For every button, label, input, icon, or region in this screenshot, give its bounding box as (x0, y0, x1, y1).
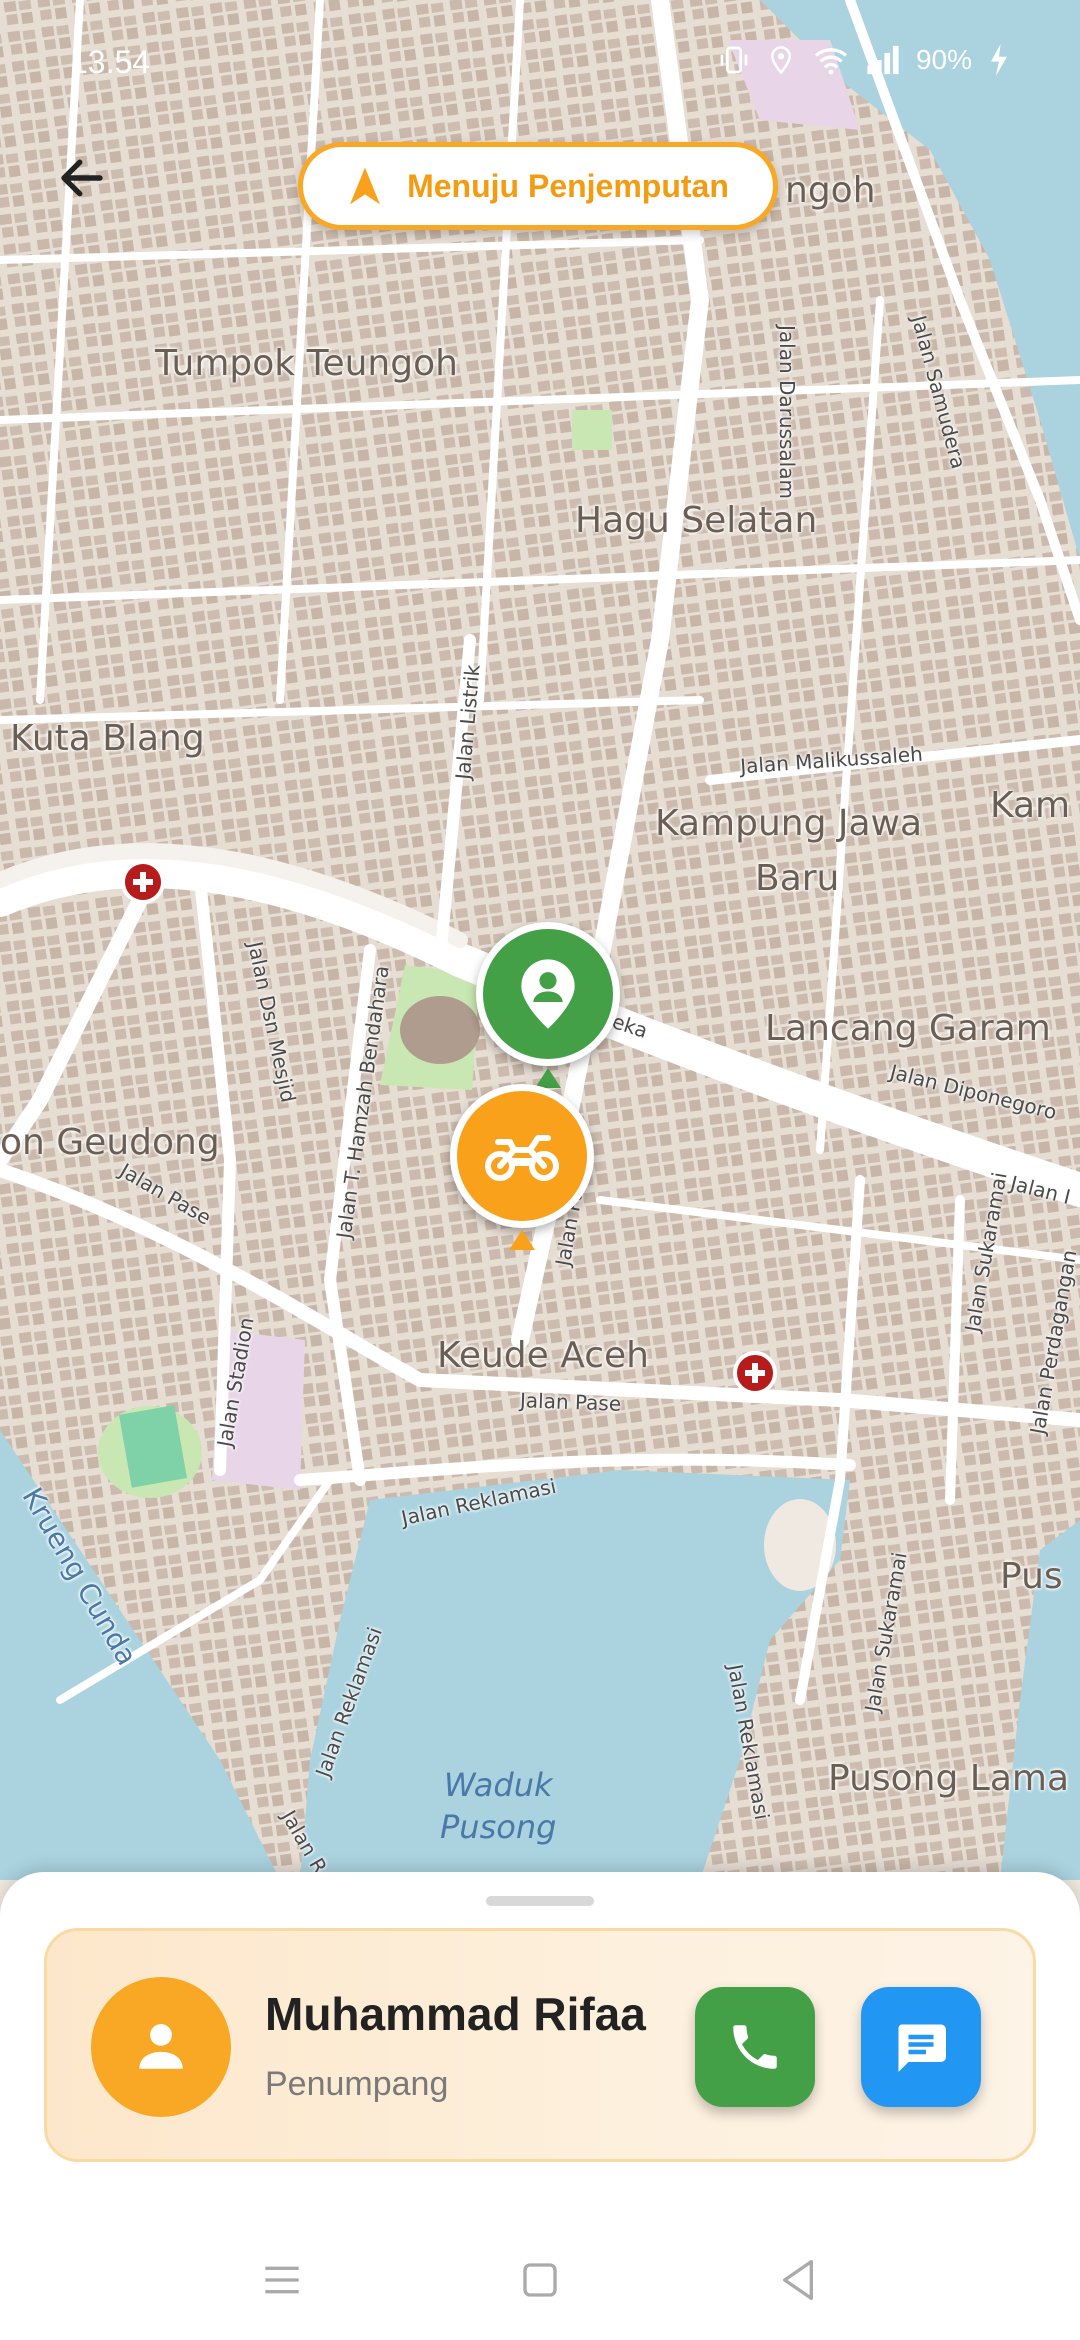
chat-icon (898, 2024, 946, 2072)
sheet-drag-handle[interactable] (486, 1896, 594, 1906)
map-label-area: Tumpok Teungoh (155, 343, 458, 384)
map-label-street: Jalan Pase (519, 1388, 622, 1416)
chat-button[interactable] (861, 1987, 981, 2107)
passenger-name: Muhammad Rifaa (265, 1988, 646, 2040)
driver-marker-pointer (509, 1230, 535, 1250)
map-label-area: Kampung Jawa (655, 803, 923, 844)
map-label-street: Jalan Darussalam (774, 325, 799, 499)
pickup-location-marker[interactable] (476, 922, 620, 1066)
battery-charging-icon (991, 44, 1007, 76)
map-label-area: Kam (990, 785, 1071, 826)
phone-icon (733, 2025, 777, 2069)
system-back-button[interactable] (768, 2250, 828, 2310)
map-label-area: Kuta Blang (10, 718, 205, 759)
system-nav-bar (0, 2220, 1080, 2340)
signal-icon (867, 45, 899, 75)
map-label-area: Lancang Garam (765, 1008, 1051, 1049)
home-square-icon (523, 2263, 557, 2297)
map-label-area: Baru (755, 858, 840, 899)
trip-status-pill: Menuju Penjemputan (298, 142, 778, 230)
motorcycle-icon (485, 1135, 559, 1181)
recent-apps-button[interactable] (252, 2250, 312, 2310)
status-bar: 13.54 90% (0, 0, 1080, 130)
location-person-pin-icon (521, 959, 575, 1029)
back-button[interactable] (44, 140, 120, 216)
location-icon (770, 46, 791, 75)
map-label-area: Keude Aceh (437, 1335, 649, 1376)
navigation-arrow-icon (350, 167, 381, 205)
map-label-water: Waduk Pusong (440, 1766, 557, 1846)
status-time: 13.54 (70, 44, 151, 80)
status-icons: 90% (718, 44, 1010, 76)
map-label-area: Pusong Lama (828, 1758, 1070, 1799)
trip-status-label: Menuju Penjemputan (407, 167, 729, 204)
driver-location-marker[interactable] (450, 1084, 594, 1228)
map-label-area: on Geudong (0, 1122, 220, 1163)
hospital-icon (121, 860, 165, 904)
battery-level: 90% (915, 44, 972, 75)
arrow-left-icon (61, 159, 103, 197)
vibrate-icon (720, 46, 748, 74)
menu-icon (265, 2266, 299, 2294)
call-button[interactable] (695, 1987, 815, 2107)
person-icon (139, 2024, 183, 2069)
passenger-role: Penumpang (265, 2065, 449, 2103)
map-label-area: ngoh (785, 170, 876, 211)
map-label-area: Pus (1000, 1556, 1063, 1597)
wifi-icon (814, 48, 848, 75)
map-label-area: Hagu Selatan (575, 500, 818, 541)
back-triangle-icon (783, 2260, 813, 2300)
passenger-card: Muhammad Rifaa Penumpang (44, 1928, 1036, 2162)
avatar (91, 1977, 231, 2117)
home-button[interactable] (510, 2250, 570, 2310)
pickup-marker-pointer (535, 1068, 561, 1088)
